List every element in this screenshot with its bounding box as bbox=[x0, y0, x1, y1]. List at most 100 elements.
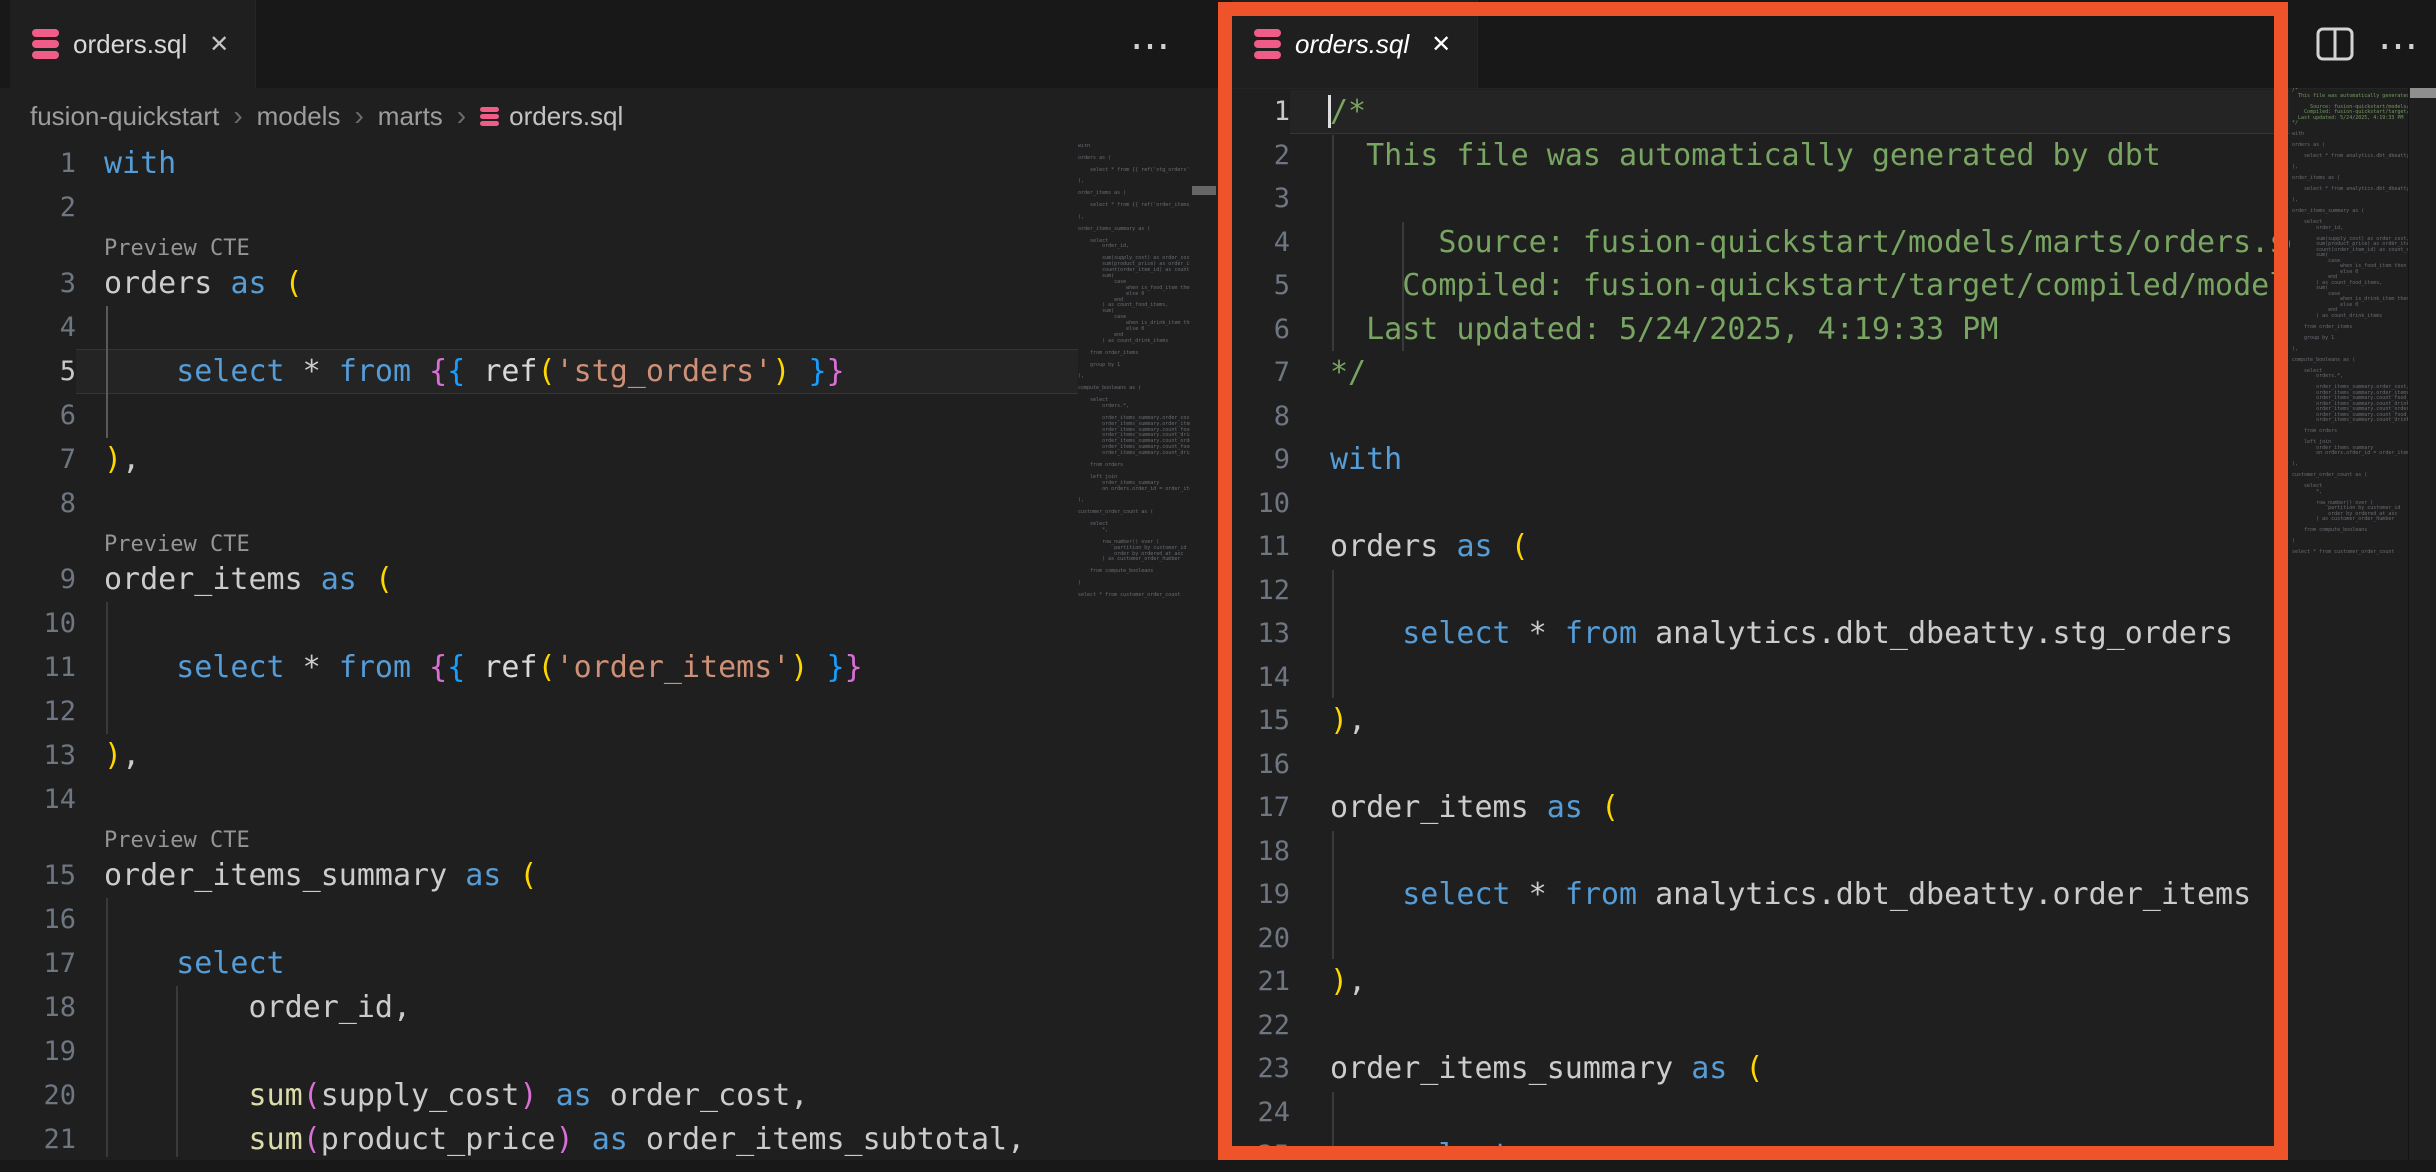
code-line: 13), bbox=[0, 734, 1078, 778]
code-line: 5 select * from {{ ref('stg_orders') }} bbox=[0, 350, 1078, 394]
code-line: 10 bbox=[0, 602, 1078, 646]
code-text: sum(supply_cost) as order_cost, bbox=[76, 1074, 1078, 1118]
code-text bbox=[76, 186, 1078, 230]
line-number: 7 bbox=[0, 438, 76, 482]
line-number: 6 bbox=[0, 394, 76, 438]
code-line: 12 bbox=[0, 690, 1078, 734]
line-number: 17 bbox=[0, 942, 76, 986]
dbt-file-icon bbox=[32, 29, 59, 59]
overview-cursor-mark bbox=[2410, 88, 2436, 98]
code-text: select * from {{ ref('order_items') }} bbox=[76, 646, 1078, 690]
code-text bbox=[76, 778, 1078, 822]
code-line: 9order_items as ( bbox=[0, 558, 1078, 602]
line-number: 9 bbox=[0, 558, 76, 602]
code-text: ), bbox=[76, 438, 1078, 482]
code-text bbox=[76, 306, 1078, 350]
code-lens-row: Preview CTE bbox=[0, 822, 1078, 854]
code-lens-preview-cte[interactable]: Preview CTE bbox=[104, 532, 250, 558]
breadcrumb-marts[interactable]: marts bbox=[378, 101, 443, 132]
code-lens-row: Preview CTE bbox=[0, 526, 1078, 558]
line-number: 11 bbox=[0, 646, 76, 690]
left-minimap[interactable]: with orders as ( select * from {{ ref('s… bbox=[1078, 144, 1190, 784]
code-line: 20 sum(supply_cost) as order_cost, bbox=[0, 1074, 1078, 1118]
code-line: 7), bbox=[0, 438, 1078, 482]
right-minimap[interactable]: /* This file was automatically generated… bbox=[2292, 88, 2408, 728]
right-scrollbar[interactable] bbox=[2408, 88, 2436, 1160]
breadcrumb-project[interactable]: fusion-quickstart bbox=[30, 101, 219, 132]
line-number: 3 bbox=[0, 262, 76, 306]
line-number: 1 bbox=[0, 142, 76, 186]
code-line: 16 bbox=[0, 898, 1078, 942]
chevron-right-icon: › bbox=[233, 100, 242, 132]
line-number: 21 bbox=[0, 1118, 76, 1157]
left-tab-bar: orders.sql ✕ ⋯ bbox=[0, 0, 1218, 89]
close-icon[interactable]: ✕ bbox=[205, 28, 233, 61]
overview-cursor-mark bbox=[1192, 186, 1216, 195]
line-number: 8 bbox=[0, 482, 76, 526]
code-text: sum(product_price) as order_items_subtot… bbox=[76, 1118, 1078, 1157]
line-number: 12 bbox=[0, 690, 76, 734]
code-line: 11 select * from {{ ref('order_items') }… bbox=[0, 646, 1078, 690]
line-number: 10 bbox=[0, 602, 76, 646]
code-line: 19 bbox=[0, 1030, 1078, 1074]
breadcrumb-file[interactable]: orders.sql bbox=[509, 101, 623, 132]
code-text: orders as ( bbox=[76, 262, 1078, 306]
vscode-window: orders.sql ✕ ⋯ fusion-quickstart › model… bbox=[0, 0, 2436, 1172]
code-text bbox=[76, 482, 1078, 526]
code-lens-preview-cte[interactable]: Preview CTE bbox=[104, 828, 250, 854]
line-number: 13 bbox=[0, 734, 76, 778]
code-line: 4 bbox=[0, 306, 1078, 350]
code-text: order_items_summary as ( bbox=[76, 854, 1078, 898]
code-line: 21 sum(product_price) as order_items_sub… bbox=[0, 1118, 1078, 1157]
indent-guide bbox=[176, 986, 178, 1157]
code-line: 14 bbox=[0, 778, 1078, 822]
code-text: select * from {{ ref('stg_orders') }} bbox=[76, 349, 1078, 394]
code-text: with bbox=[76, 142, 1078, 186]
code-lens-row: Preview CTE bbox=[0, 230, 1078, 262]
code-line: 18 order_id, bbox=[0, 986, 1078, 1030]
breadcrumb-models[interactable]: models bbox=[257, 101, 341, 132]
line-number: 5 bbox=[0, 350, 76, 394]
line-number: 18 bbox=[0, 986, 76, 1030]
highlight-annotation-border bbox=[1218, 2, 2288, 1160]
line-number: 20 bbox=[0, 1074, 76, 1118]
code-line: 1with bbox=[0, 142, 1078, 186]
chevron-right-icon: › bbox=[354, 100, 363, 132]
line-number: 2 bbox=[0, 186, 76, 230]
code-text bbox=[76, 1030, 1078, 1074]
indent-guide bbox=[106, 602, 108, 734]
code-line: 6 bbox=[0, 394, 1078, 438]
more-actions-icon[interactable]: ⋯ bbox=[1130, 26, 1176, 66]
code-text: select bbox=[76, 942, 1078, 986]
code-text: order_items as ( bbox=[76, 558, 1078, 602]
code-text bbox=[76, 898, 1078, 942]
code-text bbox=[76, 394, 1078, 438]
line-number: 19 bbox=[0, 1030, 76, 1074]
code-line: 15order_items_summary as ( bbox=[0, 854, 1078, 898]
code-line: 17 select bbox=[0, 942, 1078, 986]
chevron-right-icon: › bbox=[457, 100, 466, 132]
more-actions-icon[interactable]: ⋯ bbox=[2378, 26, 2424, 66]
indent-guide bbox=[106, 898, 108, 1157]
line-number: 16 bbox=[0, 898, 76, 942]
code-text: order_id, bbox=[76, 986, 1078, 1030]
left-tab-orders-sql[interactable]: orders.sql ✕ bbox=[10, 0, 256, 88]
line-number: 15 bbox=[0, 854, 76, 898]
dbt-file-icon bbox=[480, 107, 499, 126]
breadcrumb: fusion-quickstart › models › marts › ord… bbox=[0, 88, 1218, 144]
line-number: 4 bbox=[0, 306, 76, 350]
split-editor-icon[interactable] bbox=[2316, 27, 2354, 61]
left-tab-label: orders.sql bbox=[73, 29, 187, 60]
code-line: 8 bbox=[0, 482, 1078, 526]
code-line: 2 bbox=[0, 186, 1078, 230]
left-scrollbar[interactable] bbox=[1190, 144, 1218, 1160]
indent-guide bbox=[106, 306, 108, 438]
code-text: ), bbox=[76, 734, 1078, 778]
code-line: 3orders as ( bbox=[0, 262, 1078, 306]
window-bottom-edge bbox=[0, 1160, 2436, 1172]
code-text bbox=[76, 602, 1078, 646]
left-code-editor[interactable]: 1with2Preview CTE3orders as (45 select *… bbox=[0, 142, 1078, 1157]
code-lens-preview-cte[interactable]: Preview CTE bbox=[104, 236, 250, 262]
code-text bbox=[76, 690, 1078, 734]
line-number: 14 bbox=[0, 778, 76, 822]
